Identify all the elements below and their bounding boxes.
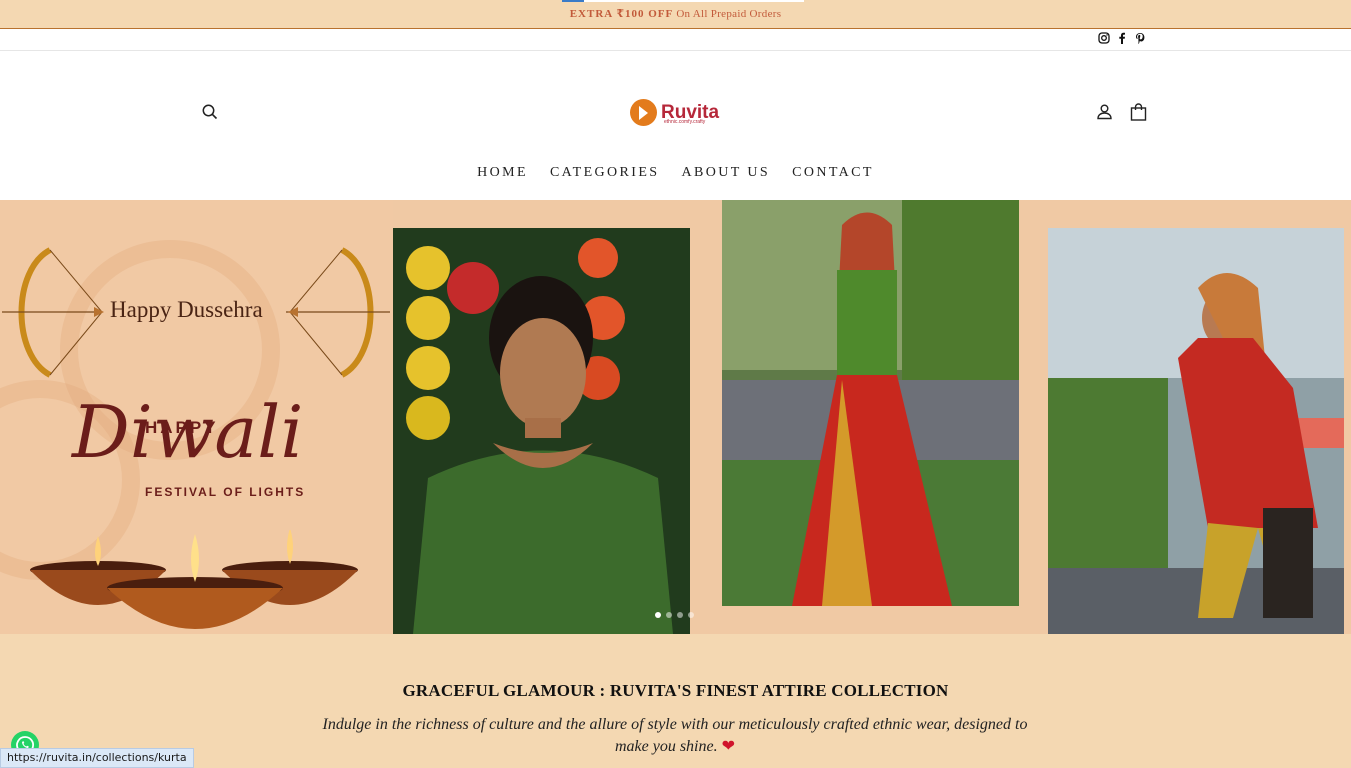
search-icon[interactable] [201,103,219,121]
left-bow-icon [2,247,104,378]
account-icon[interactable] [1096,103,1113,120]
social-links [1097,32,1146,45]
happy-label: HAPPY [145,418,219,437]
nav-categories[interactable]: CATEGORIES [550,165,660,181]
slide-photo-red-kurta [1048,228,1344,634]
slide-dot-4[interactable] [688,612,694,618]
intro-text: Indulge in the richness of culture and t… [315,714,1035,758]
right-bow-icon [286,247,390,378]
nav-home[interactable]: HOME [477,165,528,181]
nav-contact[interactable]: CONTACT [792,165,874,181]
slide-indicators [655,612,694,618]
social-bar [0,30,1351,51]
instagram-icon[interactable] [1097,32,1110,45]
logo-tagline: ethnic.comfy.crafty [664,119,706,125]
status-bar-url: https://ruvita.in/collections/kurta [0,748,194,768]
logo-arrow-icon [630,98,657,126]
slide-dot-3[interactable] [677,612,683,618]
site-header: Ruvita ethnic.comfy.crafty HOME CATEGORI… [0,51,1351,200]
festival-subtitle: FESTIVAL OF LIGHTS [145,485,306,499]
hero-slideshow[interactable]: Happy Dussehra Diwali HAPPY FESTIVAL OF … [0,200,1351,634]
slide-dot-1[interactable] [655,612,661,618]
announcement-message: On All Prepaid Orders [676,8,782,20]
pinterest-icon[interactable] [1133,32,1146,45]
announcement-text[interactable]: EXTRA ₹100 OFF On All Prepaid Orders [0,0,1351,28]
announcement-bar: EXTRA ₹100 OFF On All Prepaid Orders [0,0,1351,29]
scroll-marker-track [584,0,804,2]
main-navigation: HOME CATEGORIES ABOUT US CONTACT [0,163,1351,181]
dussehra-greeting: Happy Dussehra [110,297,263,322]
facebook-icon[interactable] [1115,32,1128,45]
intro-description: Indulge in the richness of culture and t… [322,716,1028,755]
slide-photo-green-blouse [393,228,690,634]
slide-dot-2[interactable] [666,612,672,618]
intro-section: GRACEFUL GLAMOUR : RUVITA'S FINEST ATTIR… [0,634,1351,768]
intro-title: GRACEFUL GLAMOUR : RUVITA'S FINEST ATTIR… [402,681,949,700]
diya-lamps-illustration [30,530,358,629]
nav-about-us[interactable]: ABOUT US [682,165,771,181]
festival-banner: Happy Dussehra Diwali HAPPY FESTIVAL OF … [0,200,393,634]
heart-icon: ❤ [721,738,736,755]
scroll-marker [562,0,584,2]
announcement-highlight: EXTRA ₹100 OFF [569,8,674,20]
slide-photo-red-lehenga [722,200,1019,606]
cart-icon[interactable] [1130,103,1147,121]
